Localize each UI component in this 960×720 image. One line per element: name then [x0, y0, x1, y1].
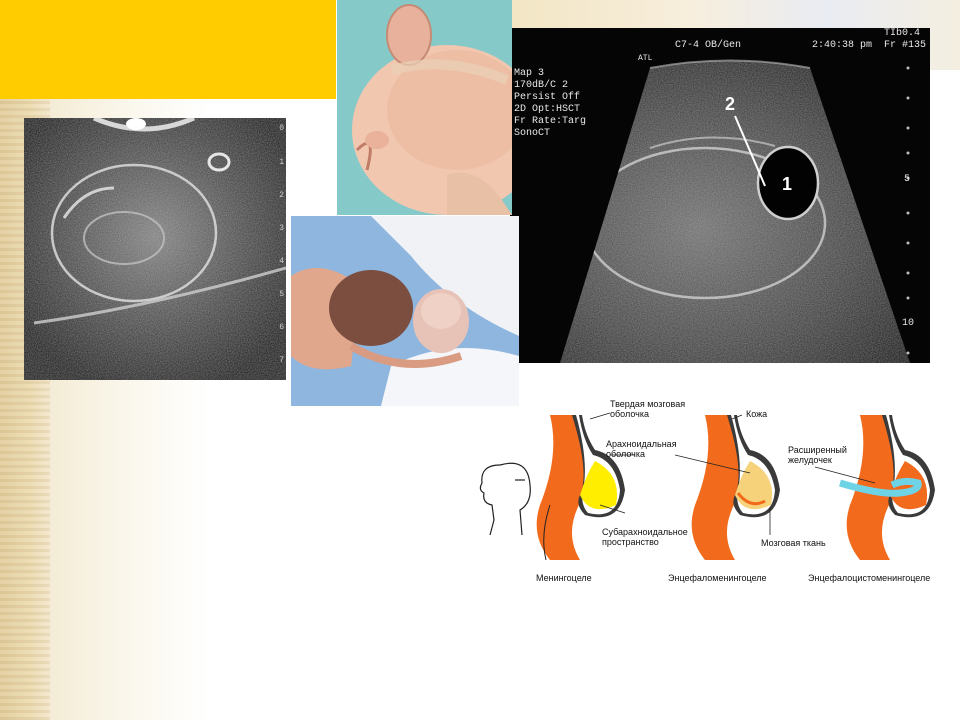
ultrasound-left-scan: [24, 118, 286, 380]
depth-mark: 2: [279, 191, 284, 200]
infant-occipital-illustration: [291, 216, 519, 406]
depth-mark: 7: [279, 356, 284, 365]
herniation-diagram: Твердая мозговая оболочка Кожа Арахноида…: [470, 395, 960, 595]
depth-mark: 10: [902, 318, 915, 329]
caption-encephalocystomeningocele: Энцефалоцистоменингоцеле: [808, 573, 931, 583]
settings-line: 2D Opt:HSCT: [514, 104, 581, 115]
ultrasound-image-left: 0 1 2 3 4 5 6 7: [24, 118, 286, 380]
settings-line: Fr Rate:Targ: [514, 116, 587, 127]
herniation-diagram-illustration: [479, 412, 935, 561]
settings-line: 170dB/C 2: [514, 80, 569, 91]
label-ventricle: Расширенный желудочек: [788, 445, 847, 465]
settings-line: Persist Off: [514, 92, 581, 103]
depth-mark: 6: [279, 323, 284, 332]
infant-occipital-photo: [291, 216, 519, 406]
depth-mark: 5: [279, 290, 284, 299]
depth-mark: 5: [904, 174, 911, 185]
ti-label: TIb0.4: [884, 28, 921, 39]
depth-mark: 0: [279, 124, 284, 133]
frame-label: Fr #135: [884, 40, 927, 51]
atl-badge: ATL: [638, 54, 653, 63]
marker-2: 2: [725, 94, 736, 114]
infant-profile-illustration: [337, 0, 512, 215]
probe-label: C7-4 OB/Gen: [675, 40, 742, 51]
caption-encephalomeningocele: Энцефаломенингоцеле: [668, 573, 767, 583]
ultrasound-right-scan: [510, 28, 930, 363]
label-skin: Кожа: [746, 409, 768, 419]
panel-encephalocystomeningocele: [838, 415, 935, 560]
label-arachnoid: Арахноидальная оболочка: [606, 439, 677, 459]
depth-mark: 4: [279, 257, 284, 266]
slide-title-block: [0, 0, 336, 99]
label-brain-tissue: Мозговая ткань: [761, 538, 826, 548]
marker-1: 1: [782, 174, 793, 194]
label-dura: Твердая мозговая оболочка: [610, 399, 686, 419]
label-subarachnoid: Субарахноидальное пространство: [602, 527, 688, 547]
depth-mark: 1: [279, 158, 284, 167]
depth-mark: 3: [279, 224, 284, 233]
ultrasound-image-right: C7-4 OB/Gen 2:40:38 pm TIb0.4 Fr #135 AT…: [510, 28, 930, 363]
settings-line: Map 3: [514, 68, 545, 79]
caption-meningocele: Менингоцеле: [536, 573, 592, 583]
infant-profile-photo: [337, 0, 512, 215]
head-silhouette-icon: [479, 462, 531, 536]
settings-line: SonoCT: [514, 128, 551, 139]
time-label: 2:40:38 pm: [812, 40, 873, 51]
